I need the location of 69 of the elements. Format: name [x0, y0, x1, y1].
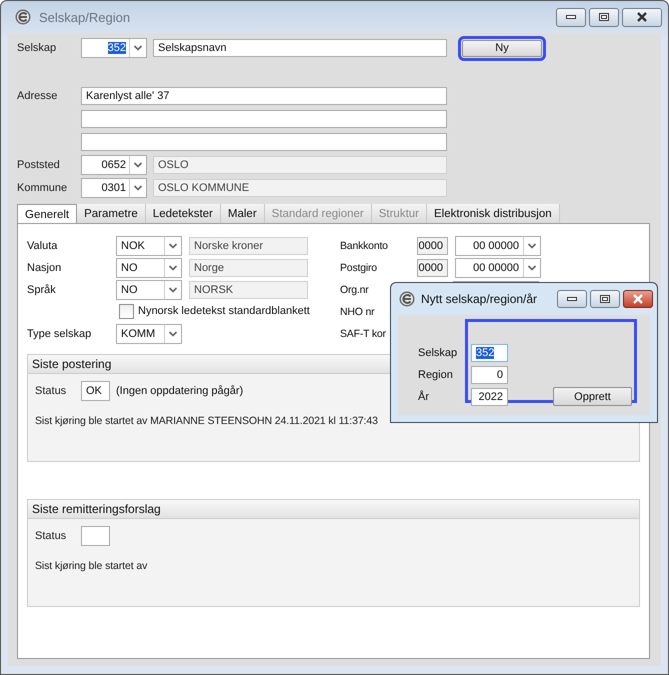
create-button[interactable]: Opprett — [553, 387, 632, 406]
maximize-button[interactable] — [590, 290, 620, 308]
dropdown[interactable]: 00 00000 — [455, 258, 541, 278]
app-logo-icon — [399, 291, 415, 307]
readonly-field: OSLO KOMMUNE — [153, 179, 447, 197]
minimize-icon — [567, 296, 577, 302]
minimize-icon — [566, 14, 576, 20]
dialog-title: Nytt selskap/region/år — [421, 292, 538, 306]
dropdown[interactable]: 352 — [81, 38, 147, 58]
close-button[interactable] — [622, 8, 662, 26]
field-label: Postgiro — [340, 262, 378, 274]
readonly-field: Norske kroner — [189, 237, 308, 255]
dropdown[interactable]: NO — [116, 280, 182, 300]
info-text: Sist kjøring ble startet av MARIANNE STEENSOHN 24.11.2021 kl 11:37:43 — [34, 414, 379, 427]
field-label: SAF-T kor — [340, 328, 387, 340]
field-label: Nasjon — [27, 262, 62, 274]
field-label: NHO nr — [340, 306, 376, 318]
group-header: Siste remitteringsforslag — [28, 500, 639, 519]
input-field[interactable]: Karenlyst alle' 37 — [81, 87, 447, 105]
maximize-button[interactable] — [589, 8, 619, 26]
dropdown[interactable]: 00 00000 — [455, 236, 541, 256]
tab[interactable]: Ledetekster — [146, 204, 221, 223]
minimize-button[interactable] — [556, 8, 586, 26]
maximize-icon — [600, 295, 610, 303]
tab[interactable]: Parametre — [77, 204, 146, 223]
field-label: Poststed — [17, 159, 61, 171]
tab[interactable]: Maler — [220, 204, 265, 223]
field-label: Adresse — [17, 90, 58, 102]
dropdown[interactable]: NO — [116, 258, 182, 278]
tab[interactable]: Generelt — [17, 204, 78, 224]
readonly-field: Norge — [189, 259, 308, 277]
close-icon — [632, 294, 644, 304]
status-text: (Ingen oppdatering pågår) — [116, 385, 244, 397]
window-title: Selskap/Region — [39, 10, 130, 24]
dropdown[interactable]: KOMM — [116, 324, 182, 344]
close-icon — [636, 12, 648, 22]
readonly-field: OSLO — [153, 156, 447, 174]
input-field[interactable]: 2022 — [471, 388, 508, 406]
field-label: Valuta — [27, 240, 58, 252]
field-label: Selskap — [17, 42, 58, 54]
maximize-icon — [599, 13, 609, 21]
field-label: Org.nr — [340, 284, 370, 296]
field-label: Språk — [27, 284, 57, 296]
readonly-field: 0000 — [417, 259, 448, 277]
field-label: Type selskap — [27, 328, 92, 340]
dropdown[interactable]: 0301 — [81, 178, 147, 198]
input-field[interactable]: Selskapsnavn — [153, 39, 447, 57]
dropdown[interactable]: NOK — [116, 236, 182, 256]
status-field — [81, 526, 110, 546]
close-button[interactable] — [623, 290, 653, 308]
info-text: Sist kjøring ble startet av — [34, 559, 148, 572]
minimize-button[interactable] — [557, 290, 587, 308]
input-field[interactable]: 352 — [471, 344, 508, 362]
field-label: Kommune — [17, 182, 68, 194]
field-label: Bankkonto — [340, 240, 389, 252]
tab[interactable]: Elektronisk distribusjon — [427, 204, 560, 223]
field-label: Status — [35, 385, 68, 397]
input-field[interactable] — [81, 133, 447, 151]
app-logo-icon — [15, 9, 31, 25]
status-field: OK — [81, 381, 110, 401]
field-label: År — [418, 389, 430, 405]
readonly-field: NORSK — [189, 281, 308, 299]
input-field[interactable] — [81, 110, 447, 128]
checkbox-label: Nynorsk ledetekst standardblankett — [138, 305, 310, 317]
input-field[interactable]: 0 — [471, 366, 508, 384]
field-label: Status — [35, 530, 68, 542]
checkbox[interactable] — [119, 304, 134, 318]
readonly-field: 0000 — [417, 237, 448, 255]
dropdown[interactable]: 0652 — [81, 155, 147, 175]
